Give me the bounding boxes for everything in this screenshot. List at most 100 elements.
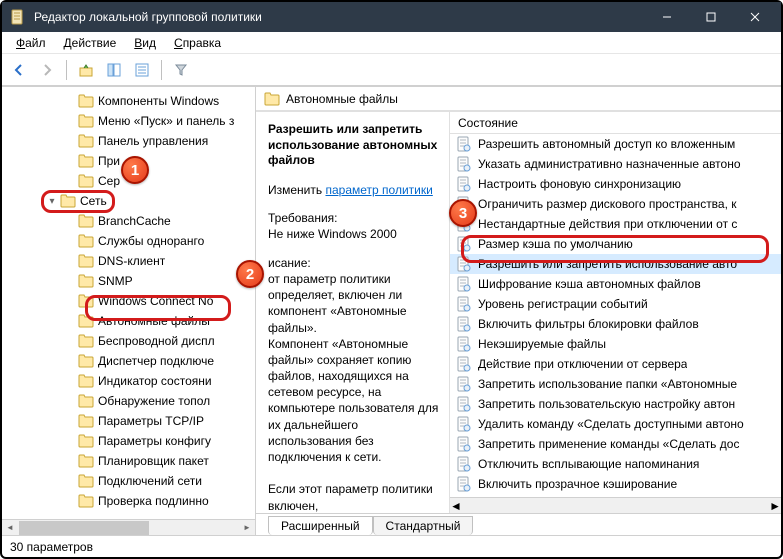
tree-pane: Компоненты WindowsМеню «Пуск» и панель з… xyxy=(2,87,256,535)
tree-horizontal-scrollbar[interactable]: ◄ ► xyxy=(2,519,255,535)
policy-item-label: Действие при отключении от сервера xyxy=(478,357,687,371)
policy-list-item[interactable]: Включить фильтры блокировки файлов xyxy=(450,314,781,334)
tab-extended[interactable]: Расширенный xyxy=(268,516,373,535)
folder-icon xyxy=(78,94,94,108)
tree-item[interactable]: Параметры TCP/IP xyxy=(2,411,255,431)
folder-icon xyxy=(78,394,94,408)
back-button[interactable] xyxy=(8,59,30,81)
tree-item[interactable]: Windows Connect No xyxy=(2,291,255,311)
tree-item[interactable]: BranchCache xyxy=(2,211,255,231)
policy-list-item[interactable]: Нестандартные действия при отключении от… xyxy=(450,214,781,234)
toolbar xyxy=(2,54,781,86)
tree-item[interactable]: Обнаружение топол xyxy=(2,391,255,411)
show-hide-tree-button[interactable] xyxy=(103,59,125,81)
policy-list-item[interactable]: Ограничить размер дискового пространства… xyxy=(450,194,781,214)
up-button[interactable] xyxy=(75,59,97,81)
badge-3: 3 xyxy=(449,199,477,227)
policy-item-label: Уровень регистрации событий xyxy=(478,297,648,311)
policy-icon xyxy=(456,256,472,272)
tree-item[interactable]: Службы одноранго xyxy=(2,231,255,251)
status-text: 30 параметров xyxy=(10,540,93,554)
policy-item-label: Запретить использование папки «Автономны… xyxy=(478,377,737,391)
tree-item[interactable]: Диспетчер подключе xyxy=(2,351,255,371)
menu-help[interactable]: Справка xyxy=(166,34,229,52)
forward-button[interactable] xyxy=(36,59,58,81)
policy-icon xyxy=(456,136,472,152)
folder-icon xyxy=(78,414,94,428)
tree-item[interactable]: Компоненты Windows xyxy=(2,91,255,111)
folder-icon xyxy=(78,274,94,288)
maximize-button[interactable] xyxy=(689,2,733,32)
policy-item-label: Нестандартные действия при отключении от… xyxy=(478,217,737,231)
policy-icon xyxy=(456,236,472,252)
edit-policy-link[interactable]: параметр политики xyxy=(325,183,432,197)
tree-item[interactable]: Индикатор состояни xyxy=(2,371,255,391)
list-header[interactable]: Состояние xyxy=(450,112,781,134)
description-body: исание: от параметр политики определяет,… xyxy=(268,255,439,513)
policy-item-label: Разрешить автономный доступ ко вложенным xyxy=(478,137,735,151)
tree-item-label: При xyxy=(98,154,120,168)
policy-list-item[interactable]: Указать административно назначенные авто… xyxy=(450,154,781,174)
policy-list[interactable]: Разрешить автономный доступ ко вложенным… xyxy=(450,134,781,497)
policy-icon xyxy=(456,316,472,332)
tab-standard[interactable]: Стандартный xyxy=(373,516,474,535)
policy-list-item[interactable]: Разрешить автономный доступ ко вложенным xyxy=(450,134,781,154)
tree-item[interactable]: Панель управления xyxy=(2,131,255,151)
folder-icon xyxy=(78,314,94,328)
policy-list-item[interactable]: Разрешить или запретить использование ав… xyxy=(450,254,781,274)
tree-item-label: SNMP xyxy=(98,274,133,288)
policy-list-item[interactable]: Некэшируемые файлы xyxy=(450,334,781,354)
close-button[interactable] xyxy=(733,2,777,32)
properties-button[interactable] xyxy=(131,59,153,81)
right-pane-header: Автономные файлы xyxy=(256,87,781,111)
policy-list-item[interactable]: Запретить пользовательскую настройку авт… xyxy=(450,394,781,414)
policy-icon xyxy=(456,416,472,432)
policy-list-item[interactable]: Настроить фоновую синхронизацию xyxy=(450,174,781,194)
policy-list-item[interactable]: Отключить всплывающие напоминания xyxy=(450,454,781,474)
expand-icon[interactable]: ▾ xyxy=(46,196,58,207)
policy-item-label: Включить прозрачное кэширование xyxy=(478,477,677,491)
tree-item-label: Windows Connect No xyxy=(98,294,213,308)
view-tabs: Расширенный Стандартный xyxy=(256,513,781,535)
menu-view[interactable]: Вид xyxy=(126,34,164,52)
tree-item[interactable]: Подключений сети xyxy=(2,471,255,491)
tree-item[interactable]: Меню «Пуск» и панель з xyxy=(2,111,255,131)
folder-icon xyxy=(78,134,94,148)
tree-item[interactable]: Параметры конфигу xyxy=(2,431,255,451)
filter-button[interactable] xyxy=(170,59,192,81)
folder-icon xyxy=(78,174,94,188)
policy-item-label: Запретить пользовательскую настройку авт… xyxy=(478,397,735,411)
policy-list-item[interactable]: Шифрование кэша автономных файлов xyxy=(450,274,781,294)
policy-list-item[interactable]: Уровень регистрации событий xyxy=(450,294,781,314)
tree-item-label: Автономные файлы xyxy=(98,314,210,328)
tree-item[interactable]: DNS-клиент xyxy=(2,251,255,271)
policy-list-item[interactable]: Запретить использование папки «Автономны… xyxy=(450,374,781,394)
policy-list-item[interactable]: Запретить применение команды «Сделать до… xyxy=(450,434,781,454)
tree-item[interactable]: Беспроводной диспл xyxy=(2,331,255,351)
tree-item[interactable]: Автономные файлы xyxy=(2,311,255,331)
policy-list-item[interactable]: Действие при отключении от сервера xyxy=(450,354,781,374)
tree-item-label: Диспетчер подключе xyxy=(98,354,214,368)
tree[interactable]: Компоненты WindowsМеню «Пуск» и панель з… xyxy=(2,87,255,519)
tree-item[interactable]: ▾Сеть xyxy=(2,191,255,211)
policy-list-item[interactable]: Размер кэша по умолчанию xyxy=(450,234,781,254)
policy-icon xyxy=(456,296,472,312)
tree-item-label: Параметры TCP/IP xyxy=(98,414,204,428)
tree-item[interactable]: Проверка подлинно xyxy=(2,491,255,511)
menu-file[interactable]: Файл xyxy=(8,34,54,52)
folder-icon xyxy=(78,234,94,248)
tree-item[interactable]: Планировщик пакет xyxy=(2,451,255,471)
policy-icon xyxy=(456,456,472,472)
menu-action[interactable]: Действие xyxy=(56,34,125,52)
tree-item-label: Панель управления xyxy=(98,134,208,148)
tree-item[interactable]: SNMP xyxy=(2,271,255,291)
folder-icon xyxy=(78,434,94,448)
folder-icon xyxy=(78,154,94,168)
policy-item-label: Запретить применение команды «Сделать до… xyxy=(478,437,739,451)
policy-list-item[interactable]: Включить прозрачное кэширование xyxy=(450,474,781,494)
list-horizontal-scrollbar[interactable]: ◄ ► xyxy=(450,497,781,513)
tree-item-label: Подключений сети xyxy=(98,474,202,488)
minimize-button[interactable] xyxy=(645,2,689,32)
policy-list-item[interactable]: Удалить команду «Сделать доступными авто… xyxy=(450,414,781,434)
column-state[interactable]: Состояние xyxy=(450,116,526,130)
